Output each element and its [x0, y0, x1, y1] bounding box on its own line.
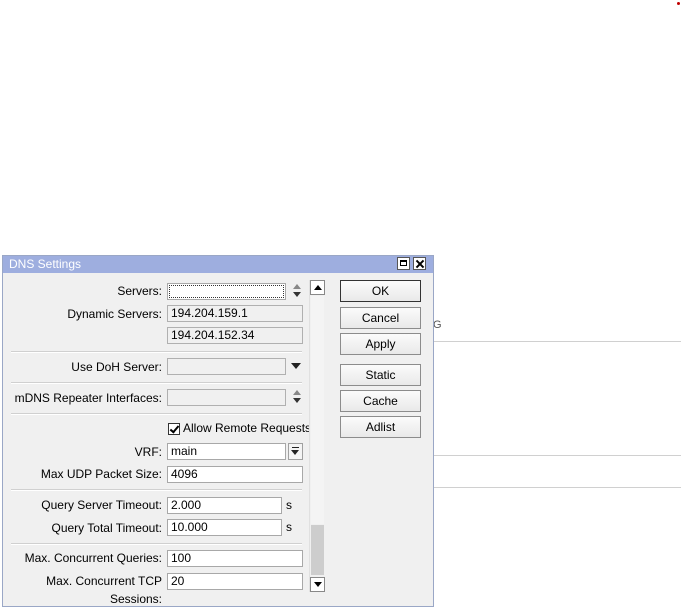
- separator: [11, 382, 302, 384]
- use-doh-label: Use DoH Server:: [71, 360, 162, 374]
- query-total-timeout-input[interactable]: 10.000: [167, 519, 282, 536]
- background-fragment-glyph: G: [433, 319, 442, 331]
- background-line: [434, 487, 681, 488]
- scroll-down-icon[interactable]: [310, 577, 325, 592]
- ok-button[interactable]: OK: [340, 280, 421, 302]
- dynamic-server-field: 194.204.159.1: [167, 305, 303, 322]
- static-button[interactable]: Static: [340, 364, 421, 386]
- max-concurrent-queries-label: Max. Concurrent Queries:: [24, 551, 162, 565]
- dns-settings-window: DNS Settings Servers: Dynamic Servers: 1…: [2, 255, 434, 607]
- query-server-timeout-label: Query Server Timeout:: [41, 498, 162, 512]
- close-icon[interactable]: [413, 257, 426, 270]
- servers-input[interactable]: [167, 283, 286, 300]
- apply-button[interactable]: Apply: [340, 333, 421, 355]
- separator: [11, 413, 302, 415]
- dynamic-server-field: 194.204.152.34: [167, 327, 303, 344]
- background-line: [434, 455, 681, 456]
- separator: [11, 489, 302, 491]
- dropdown-arrow-icon[interactable]: [290, 358, 302, 375]
- dynamic-servers-label: Dynamic Servers:: [67, 307, 162, 321]
- cancel-button[interactable]: Cancel: [340, 307, 421, 329]
- scroll-thumb[interactable]: [311, 525, 324, 575]
- max-concurrent-tcp-label: Max. Concurrent TCP Sessions:: [46, 574, 162, 606]
- maximize-icon[interactable]: [397, 257, 410, 270]
- separator: [11, 543, 302, 545]
- scroll-up-icon[interactable]: [310, 280, 325, 295]
- max-concurrent-tcp-input[interactable]: 20: [167, 573, 303, 590]
- vrf-select[interactable]: main: [167, 443, 286, 460]
- max-udp-input[interactable]: 4096: [167, 466, 303, 483]
- cache-button[interactable]: Cache: [340, 390, 421, 412]
- query-total-timeout-label: Query Total Timeout:: [51, 521, 163, 535]
- title-bar[interactable]: DNS Settings: [3, 256, 433, 273]
- window-title: DNS Settings: [9, 257, 82, 271]
- max-concurrent-queries-input[interactable]: 100: [167, 550, 303, 567]
- separator: [11, 351, 302, 353]
- mdns-input[interactable]: [167, 389, 286, 406]
- max-udp-label: Max UDP Packet Size:: [40, 467, 162, 481]
- background-line: [434, 341, 681, 342]
- status-dot: [677, 2, 680, 5]
- mdns-label: mDNS Repeater Interfaces:: [14, 391, 162, 405]
- adlist-button[interactable]: Adlist: [340, 416, 421, 438]
- use-doh-select[interactable]: [167, 358, 286, 375]
- updown-icon[interactable]: [291, 283, 303, 300]
- servers-label: Servers:: [117, 284, 162, 298]
- allow-remote-requests-label: Allow Remote Requests: [183, 421, 312, 435]
- vrf-label: VRF:: [134, 445, 162, 459]
- unit-label: s: [286, 520, 292, 534]
- query-server-timeout-input[interactable]: 2.000: [167, 497, 282, 514]
- updown-icon[interactable]: [291, 389, 303, 406]
- vertical-scrollbar[interactable]: [309, 280, 326, 592]
- scroll-track[interactable]: [311, 296, 324, 524]
- unit-label: s: [286, 498, 292, 512]
- dropdown-arrow-icon[interactable]: [288, 443, 303, 460]
- allow-remote-requests-checkbox[interactable]: [168, 423, 180, 435]
